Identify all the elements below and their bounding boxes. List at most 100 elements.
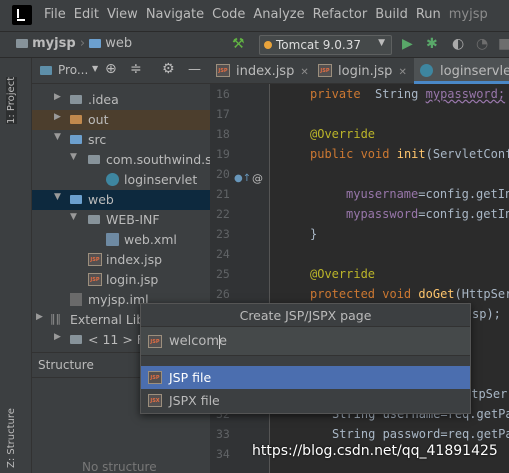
code-text: (HttpServ [454,287,509,301]
folder-icon [88,215,100,224]
library-icon: ‖‖ [50,312,61,325]
code-field: myusername [346,187,419,201]
menu-edit[interactable]: Edit [74,7,99,22]
tree-item-web-xml[interactable]: web.xml [32,230,210,250]
code-line-33[interactable]: String password=req.getPar [332,427,509,441]
hide-panel-icon[interactable]: — [188,62,201,77]
locate-file-icon[interactable]: ⊕ [105,61,117,77]
close-icon[interactable]: ✕ [300,67,308,78]
tree-item-loginservlet[interactable]: loginservlet [32,170,210,190]
tab-index-jsp[interactable]: JSP index.jsp ✕ [210,58,310,84]
code-text: } [310,227,318,241]
editor-gutter: 16 17 18 19 20 21 22 23 24 25 26 27 28 2… [210,84,270,473]
chevron-down-icon[interactable]: ▼ [70,212,77,222]
profiler-icon[interactable]: ◔ [476,36,488,52]
jsp-file-icon: JSP [148,371,162,384]
chevron-down-icon[interactable]: ▼ [92,64,98,73]
breadcrumb-folder[interactable]: web [105,36,132,51]
file-name-input[interactable]: JSP welcome [141,326,470,356]
code-line-21[interactable]: myusername=config.getIn [346,187,509,201]
chevron-right-icon[interactable]: ▶ [54,332,61,342]
option-jspx-file[interactable]: JSX JSPX file [141,389,470,412]
no-structure-text: No structure [82,460,157,473]
chevron-right-icon[interactable]: ▶ [36,312,43,322]
code-line-26[interactable]: protected void doGet(HttpServ [310,287,509,301]
menu-refactor[interactable]: Refactor [313,7,368,22]
tree-item-label: out [88,112,109,127]
code-keyword: private [310,87,361,101]
tab-login-jsp[interactable]: JSP login.jsp ✕ [312,58,412,84]
iml-icon [70,293,82,306]
chevron-down-icon[interactable]: ▼ [54,132,61,142]
code-field: mypassword; [425,87,506,101]
code-keyword: public void [310,147,390,161]
close-icon[interactable]: ✕ [398,67,406,78]
run-configuration-select[interactable]: Tomcat 9.0.37 ▼ [259,35,392,55]
tab-loginservlet[interactable]: loginservlet. [414,58,509,84]
tree-item-package[interactable]: ▼ com.southwind.se [32,150,210,170]
tree-item-label: loginservlet [124,172,198,187]
jsp-icon: JSP [216,64,230,77]
code-line-22[interactable]: mypassword=config.getIn [346,207,509,221]
folder-orange-icon [70,115,82,124]
tab-label: index.jsp [236,64,295,79]
menu-view[interactable]: View [107,7,138,22]
dialog-title: Create JSP/JSPX page [239,308,372,323]
class-icon [106,173,119,186]
code-line-25[interactable]: @Override [310,267,375,281]
structure-tool-tab[interactable]: Z: Structure [6,408,17,468]
tree-item-idea[interactable]: ▶ .idea [32,90,210,110]
structure-panel-title: Structure [38,358,94,372]
line-number: 22 [216,207,230,221]
tree-item-web[interactable]: ▼ web [32,190,210,210]
code-text: =config.getIn [418,187,509,201]
run-icon[interactable]: ▶ [402,36,413,52]
navigation-toolbar: myjsp › web ⚒ Tomcat 9.0.37 ▼ ▶ ✱ ◐ ◔ ■ [0,32,509,58]
intellij-logo-icon [12,5,32,25]
line-number: 26 [216,287,230,301]
stop-icon[interactable]: ■ [498,36,509,52]
menu-analyze[interactable]: Analyze [253,7,304,22]
menu-run[interactable]: Run [416,7,441,22]
menu-file[interactable]: File [44,7,66,22]
coverage-icon[interactable]: ◐ [452,36,464,52]
project-tool-tab[interactable]: 1: Project [6,76,17,124]
menu-navigate[interactable]: Navigate [146,7,204,22]
line-number: 16 [216,87,230,101]
code-method: doGet [418,287,455,301]
code-line-16[interactable]: private String mypassword; [310,87,505,101]
chevron-down-icon[interactable]: ▼ [54,192,61,202]
breadcrumb-project[interactable]: myjsp [32,36,76,51]
menu-build[interactable]: Build [375,7,408,22]
code-keyword: protected void [310,287,412,301]
tree-item-src[interactable]: ▼ src [32,130,210,150]
code-line-18[interactable]: @Override [310,127,375,141]
code-line-19[interactable]: public void init(ServletConfi [310,147,509,161]
project-folder-icon [16,39,28,48]
tree-item-login-jsp[interactable]: JSP login.jsp [32,270,210,290]
chevron-down-icon[interactable]: ▼ [70,152,77,162]
debug-icon[interactable]: ✱ [426,36,438,52]
build-hammer-icon[interactable]: ⚒ [232,36,245,52]
tree-item-index-jsp[interactable]: JSP index.jsp [32,250,210,270]
tree-item-out[interactable]: ▶ out [32,110,210,130]
gear-icon[interactable]: ⚙ [162,61,175,77]
chevron-right-icon[interactable]: ▶ [54,112,61,122]
line-number: 34 [216,447,230,461]
option-label: JSPX file [169,393,220,408]
jsp-file-icon: JSP [148,335,162,348]
tab-label: loginservlet. [440,64,509,79]
web-folder-icon [89,39,102,48]
menu-code[interactable]: Code [212,7,245,22]
collapse-all-icon[interactable]: ≑ [130,61,142,77]
code-line-23[interactable]: } [310,227,317,241]
chevron-right-icon[interactable]: ▶ [54,92,61,102]
line-number: 21 [216,187,230,201]
override-marker-icon[interactable]: ●↑ [234,173,251,184]
tree-item-web-inf[interactable]: ▼ WEB-INF [32,210,210,230]
package-icon [88,155,100,164]
code-field: mypassword [346,207,419,221]
code-line-27[interactable]: sp); [472,307,501,321]
project-view-select[interactable]: Pro... [58,63,88,77]
option-jsp-file[interactable]: JSP JSP file [141,366,470,389]
